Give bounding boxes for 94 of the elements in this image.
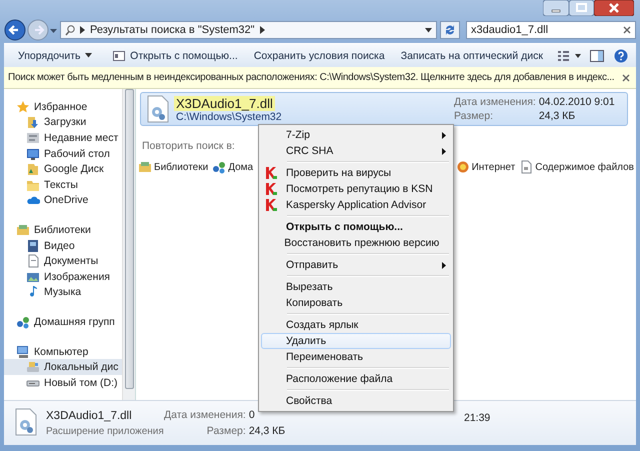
library-icon <box>138 160 152 174</box>
menu-item[interactable]: CRC SHA <box>261 143 451 159</box>
star-icon <box>16 100 30 114</box>
sidebar-item[interactable]: Рабочий стол <box>44 148 110 160</box>
chevron-right-icon <box>260 26 265 34</box>
detail-value: 24,3 КБ <box>248 425 286 437</box>
preview-pane-icon[interactable] <box>590 50 604 62</box>
menu-item[interactable]: Восстановить прежнюю версию <box>261 235 451 251</box>
search-location-link[interactable]: Библиотеки <box>154 162 208 172</box>
sidebar-group-header[interactable]: Избранное <box>34 100 88 113</box>
toolbar-button[interactable]: Сохранить условия поиска <box>248 46 391 64</box>
sidebar-item[interactable]: Тексты <box>44 178 78 191</box>
menu-item[interactable]: 7-Zip <box>261 127 451 143</box>
search-location-link[interactable]: Интернет <box>472 162 516 172</box>
detail-value: 21:39 <box>464 412 490 424</box>
menu-item[interactable]: Копировать <box>261 295 451 311</box>
search-location-link[interactable]: Дома <box>228 162 254 172</box>
size-value: 24,3 КБ <box>538 110 576 122</box>
detail-value: 0 <box>248 409 256 421</box>
sidebar-group-header[interactable]: Домашняя групп <box>34 316 115 328</box>
date-value: 04.02.2010 9:01 <box>538 96 616 108</box>
menu-item[interactable]: Kaspersky Application Advisor <box>261 197 451 213</box>
search-again-label: Повторить поиск в: <box>142 140 235 152</box>
dropdown-icon <box>85 53 92 58</box>
date-label: Дата изменения: <box>454 96 536 108</box>
submenu-arrow-icon <box>442 132 446 138</box>
file-name: X3DAudio1_7.dll <box>46 410 133 422</box>
k-logo-icon <box>266 167 277 179</box>
menu-item[interactable]: Создать ярлык <box>261 317 451 333</box>
sidebar-item[interactable]: Документы <box>44 255 98 268</box>
sidebar-item[interactable]: Музыка <box>44 286 82 298</box>
menu-item[interactable]: Удалить <box>261 333 451 349</box>
detail-label: Размер: <box>206 425 246 437</box>
library-icon <box>16 222 30 237</box>
scrollbar[interactable] <box>122 89 136 400</box>
menu-item[interactable]: Вырезать <box>261 279 451 295</box>
menu-item[interactable]: Открыть с помощью... <box>261 219 451 235</box>
submenu-arrow-icon <box>442 148 446 154</box>
computer-icon <box>16 344 30 359</box>
view-options-icon[interactable] <box>556 50 581 62</box>
k-logo-icon <box>266 199 277 211</box>
drive-icon <box>26 360 40 374</box>
sidebar-group-header[interactable]: Компьютер <box>34 346 88 358</box>
toolbar-button[interactable]: Открыть с помощью... <box>107 46 244 64</box>
menu-item[interactable]: Проверить на вирусы <box>261 165 451 181</box>
search-icon <box>65 24 75 36</box>
menu-item[interactable]: Расположение файла <box>261 371 451 387</box>
minimize-button[interactable] <box>543 0 569 16</box>
toolbar-button[interactable]: Записать на оптический диск <box>394 46 549 64</box>
history-dropdown-icon[interactable] <box>50 26 57 34</box>
document-icon <box>26 254 40 268</box>
sidebar-item[interactable]: Google Диск <box>44 163 104 176</box>
address-bar[interactable]: Результаты поиска в "System32" <box>60 21 437 39</box>
desktop-icon <box>26 146 40 161</box>
recent-places-icon <box>26 130 40 145</box>
maximize-button[interactable] <box>569 0 594 16</box>
menu-item[interactable]: Отправить <box>261 257 451 273</box>
sidebar-item[interactable]: Недавние мест <box>44 132 118 144</box>
sidebar-item[interactable]: OneDrive <box>44 194 88 206</box>
sidebar-item[interactable]: Видео <box>44 240 75 252</box>
sidebar-item[interactable]: Изображения <box>44 270 110 283</box>
video-icon <box>26 238 40 253</box>
close-icon[interactable] <box>622 74 630 82</box>
file-name: X3DAudio1_7.dll <box>174 96 275 110</box>
dropdown-icon[interactable] <box>425 28 432 32</box>
sidebar-item[interactable]: Новый том (D:) <box>44 376 118 389</box>
detail-label: Дата изменения: <box>164 409 246 421</box>
file-contents-icon <box>519 160 534 174</box>
toolbar-button[interactable]: Упорядочить <box>12 46 98 64</box>
download-folder-icon <box>26 115 40 130</box>
homegroup-icon <box>16 314 30 329</box>
menu-item[interactable]: Свойства <box>261 393 451 409</box>
homegroup-icon <box>212 160 226 174</box>
submenu-arrow-icon <box>442 262 446 268</box>
k-logo-icon <box>266 183 277 195</box>
chevron-right-icon <box>80 26 85 34</box>
file-path: C:\Windows\System32 <box>175 110 282 122</box>
breadcrumb[interactable]: Результаты поиска в "System32" <box>90 24 255 36</box>
file-type: Расширение приложения <box>46 426 164 436</box>
folder-icon <box>26 162 40 176</box>
search-field[interactable]: x3daudio1_7.dll <box>466 21 636 39</box>
menu-item[interactable]: Посмотреть репутацию в KSN <box>261 181 451 197</box>
back-button[interactable] <box>4 19 26 41</box>
application-icon <box>113 50 126 60</box>
sidebar-item[interactable]: Загрузки <box>44 116 86 128</box>
help-icon[interactable] <box>614 48 628 62</box>
clear-icon[interactable] <box>623 26 631 34</box>
refresh-button[interactable] <box>440 21 460 39</box>
close-button[interactable] <box>594 0 634 16</box>
sidebar-group-header[interactable]: Библиотеки <box>34 224 91 236</box>
size-label: Размер: <box>454 110 494 122</box>
search-result[interactable]: X3DAudio1_7.dll C:\Windows\System32 Дата изменения: 04.02.2010 9:01 Размер: 24,3 КБ <box>140 92 628 126</box>
search-location-link[interactable]: Содержимое файлов <box>535 162 634 172</box>
menu-item[interactable]: Переименовать <box>261 349 451 365</box>
